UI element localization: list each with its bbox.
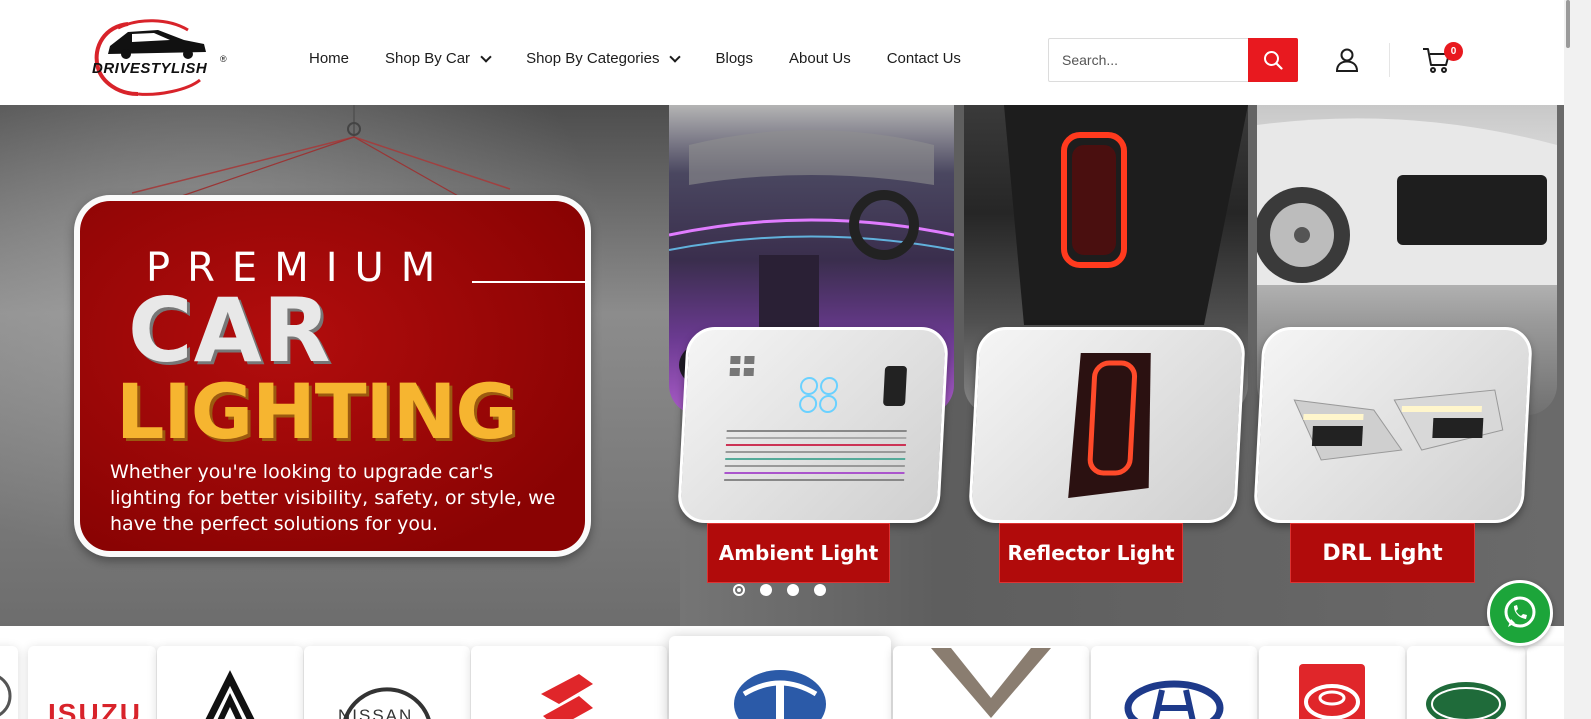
ambient-light-product-card[interactable] bbox=[676, 327, 950, 523]
search-button[interactable] bbox=[1248, 38, 1298, 82]
promo-card-inner: PREMIUM CAR LIGHTING Whether you're look… bbox=[80, 201, 587, 551]
whatsapp-chat-button[interactable] bbox=[1487, 580, 1553, 646]
slider-dot-2[interactable] bbox=[760, 584, 772, 596]
page-scrollbar[interactable] bbox=[1564, 0, 1591, 719]
brand-card-nissan[interactable]: NISSAN bbox=[304, 646, 470, 719]
brand-card-citroen[interactable] bbox=[157, 646, 303, 719]
nav-label: Shop By Car bbox=[385, 50, 471, 67]
brand-card-landrover-partial[interactable] bbox=[0, 646, 18, 719]
header-divider bbox=[1389, 43, 1390, 77]
cart-count-badge: 0 bbox=[1444, 42, 1463, 61]
nav-label: Home bbox=[309, 50, 350, 67]
search-input[interactable] bbox=[1049, 39, 1249, 81]
citroen-logo-icon bbox=[205, 670, 255, 719]
car-brands-strip: ISUZU NISSAN bbox=[0, 626, 1564, 719]
nav-label: Contact Us bbox=[886, 50, 961, 67]
nav-label: About Us bbox=[789, 50, 851, 67]
nav-blogs[interactable]: Blogs bbox=[715, 50, 753, 67]
slider-dot-1[interactable] bbox=[733, 584, 745, 596]
brand-card-partial-right[interactable] bbox=[1527, 646, 1564, 719]
brand-card-hyundai[interactable] bbox=[1091, 646, 1257, 719]
brand-card-tata[interactable] bbox=[669, 636, 891, 719]
suzuki-logo-icon bbox=[541, 674, 593, 719]
toyota-logo-icon bbox=[1299, 664, 1365, 719]
drl-light-image bbox=[1293, 389, 1504, 461]
reflector-light-label[interactable]: Reflector Light bbox=[999, 523, 1183, 583]
promo-divider-line bbox=[472, 281, 587, 283]
isuzu-logo-text: ISUZU bbox=[48, 698, 142, 719]
nav-contact-us[interactable]: Contact Us bbox=[887, 50, 961, 67]
user-icon bbox=[1335, 48, 1359, 72]
nissan-logo-text: NISSAN bbox=[338, 706, 414, 719]
nav-about-us[interactable]: About Us bbox=[789, 50, 851, 67]
chevron-down-icon bbox=[480, 50, 492, 63]
slider-dot-3[interactable] bbox=[787, 584, 799, 596]
scrollbar-thumb[interactable] bbox=[1566, 0, 1570, 48]
slider-dot-4[interactable] bbox=[814, 584, 826, 596]
mg-logo-icon bbox=[931, 648, 1051, 718]
search-box bbox=[1048, 38, 1298, 82]
landrover-logo-icon bbox=[1426, 682, 1506, 719]
slider-dots bbox=[733, 584, 826, 596]
brand-card-suzuki[interactable] bbox=[471, 646, 667, 719]
nav-label: Shop By Categories bbox=[526, 50, 660, 67]
brand-logo-partial-icon bbox=[0, 675, 12, 717]
nav-home[interactable]: Home bbox=[309, 50, 349, 67]
brand-card-toyota[interactable] bbox=[1259, 646, 1405, 719]
whatsapp-icon bbox=[1504, 596, 1536, 628]
brand-logo[interactable]: DRIVESTYLISH ® bbox=[88, 16, 233, 100]
drl-light-product-card[interactable] bbox=[1252, 327, 1534, 523]
search-icon bbox=[1264, 51, 1283, 70]
brand-card-isuzu[interactable]: ISUZU bbox=[28, 646, 156, 719]
nav-label: Blogs bbox=[715, 50, 754, 67]
drl-light-label[interactable]: DRL Light bbox=[1290, 523, 1475, 583]
promo-description: Whether you're looking to upgrade car's … bbox=[110, 461, 556, 535]
tata-logo-icon bbox=[734, 670, 826, 719]
brand-name: DRIVESTYLISH bbox=[92, 60, 208, 77]
brand-card-mg[interactable] bbox=[893, 646, 1089, 719]
promo-card: PREMIUM CAR LIGHTING Whether you're look… bbox=[74, 195, 591, 557]
ambient-light-kit-image bbox=[724, 356, 907, 481]
main-nav: Home Shop By Car Shop By Categories Blog… bbox=[309, 50, 997, 67]
registered-mark: ® bbox=[220, 54, 227, 64]
nav-shop-by-car[interactable]: Shop By Car bbox=[385, 50, 492, 67]
car-logo-icon bbox=[94, 19, 206, 96]
site-header: DRIVESTYLISH ® Home Shop By Car Shop By … bbox=[0, 0, 1564, 105]
account-button[interactable] bbox=[1334, 47, 1360, 73]
brand-card-landrover[interactable] bbox=[1407, 646, 1525, 719]
hyundai-logo-icon bbox=[1124, 680, 1224, 719]
nav-shop-by-categories[interactable]: Shop By Categories bbox=[526, 50, 682, 67]
ambient-light-label[interactable]: Ambient Light bbox=[707, 523, 890, 583]
chevron-down-icon bbox=[669, 50, 682, 63]
reflector-light-product-card[interactable] bbox=[967, 327, 1247, 523]
promo-title-line2: LIGHTING bbox=[116, 367, 518, 456]
hero-banner[interactable]: PREMIUM CAR LIGHTING Whether you're look… bbox=[0, 105, 1564, 626]
reflector-light-image bbox=[1068, 353, 1151, 498]
